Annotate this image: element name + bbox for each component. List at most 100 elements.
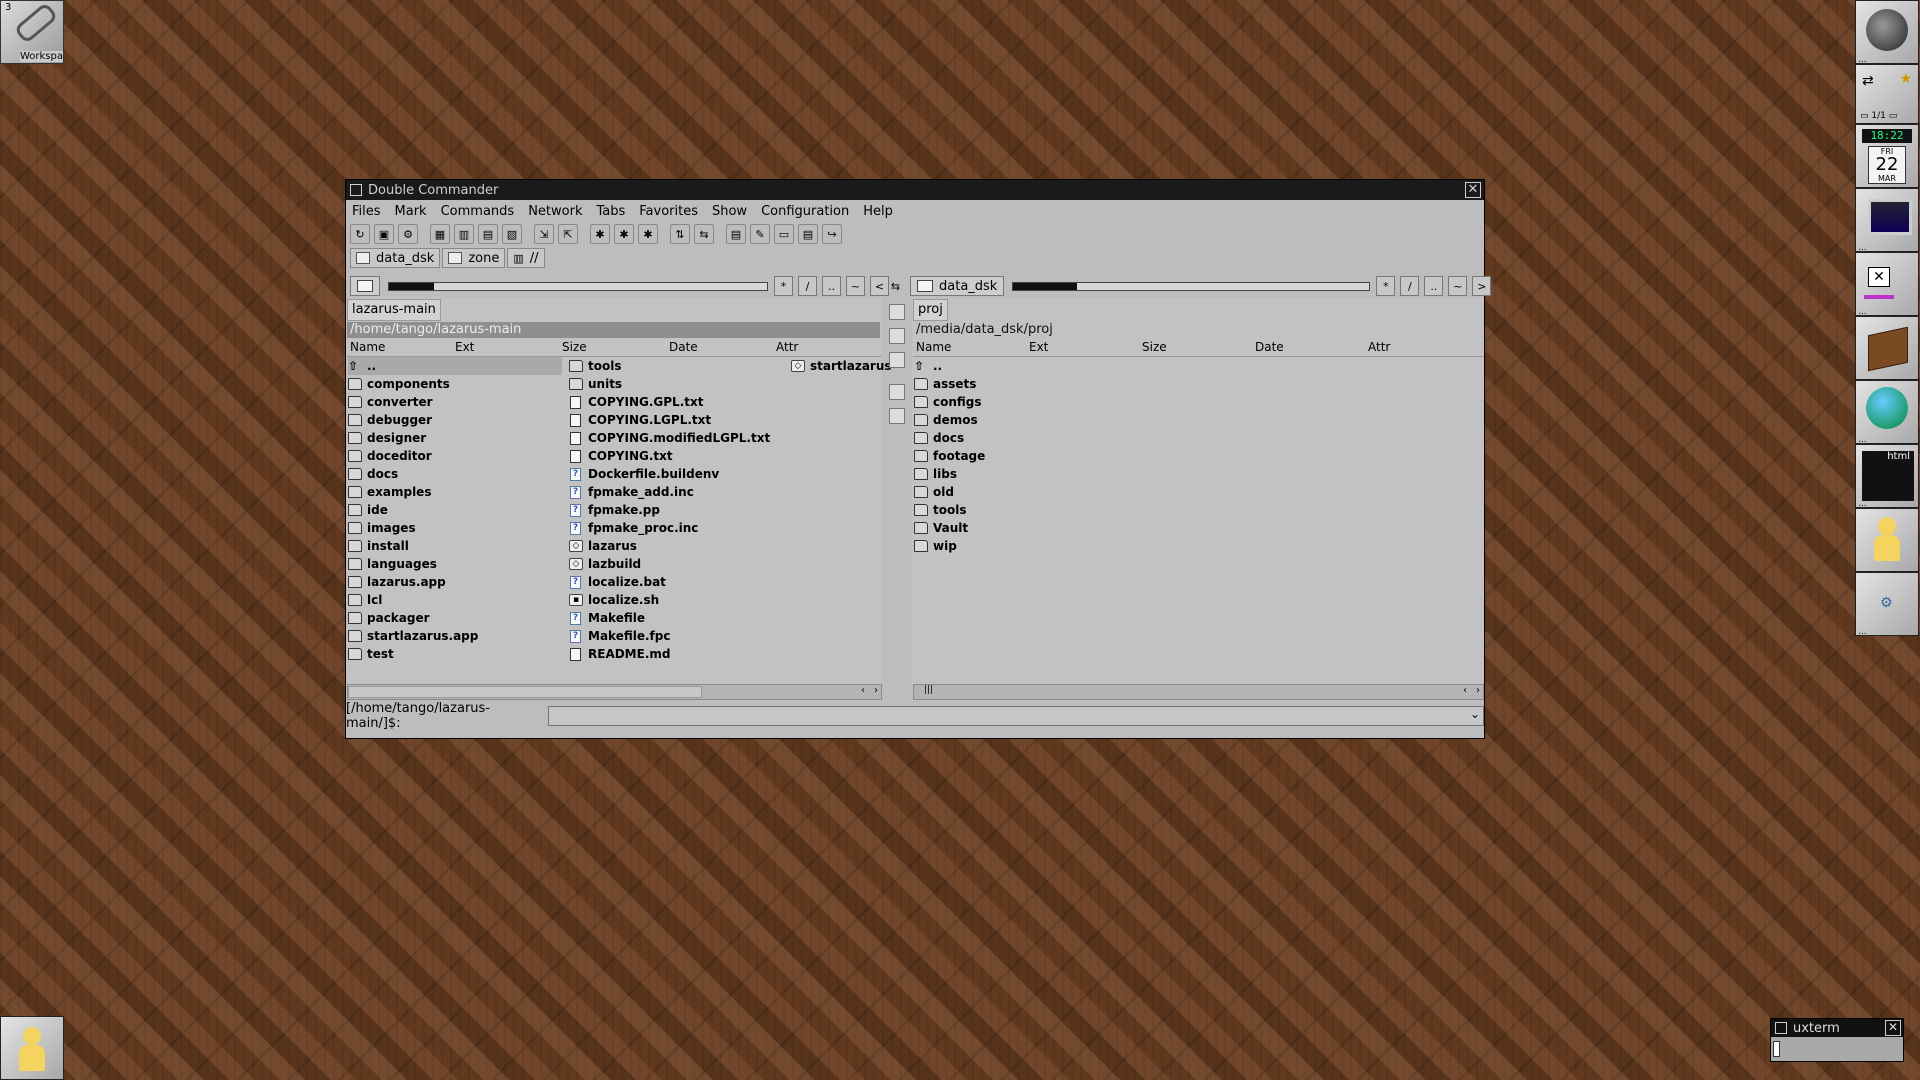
list-item[interactable]: configs	[914, 393, 982, 411]
list-item[interactable]: ▪ localize.sh	[569, 591, 659, 609]
right-swap-icon[interactable]: ⇆	[887, 277, 904, 295]
drive-tab-network[interactable]: ▥ //	[507, 248, 545, 268]
right-path[interactable]: /media/data_dsk/proj	[913, 322, 1482, 338]
list-item[interactable]: designer	[348, 429, 426, 447]
list-item[interactable]: old	[914, 483, 954, 501]
list-item[interactable]: languages	[348, 555, 437, 573]
star-icon[interactable]: ★	[1899, 71, 1912, 87]
command-input[interactable]: ⌄	[548, 706, 1484, 726]
split-icon[interactable]: ✎	[750, 224, 770, 244]
list-item[interactable]: COPYING.modifiedLGPL.txt	[569, 429, 770, 447]
delete-icon[interactable]	[889, 352, 905, 368]
refresh-icon[interactable]: ↻	[350, 224, 370, 244]
list-item[interactable]: images	[348, 519, 416, 537]
left-nav-root-mark[interactable]: *	[774, 276, 793, 296]
col-attr[interactable]: Attr	[776, 339, 798, 356]
unpack-icon[interactable]: ✱	[614, 224, 634, 244]
compare-icon[interactable]: ⇆	[694, 224, 714, 244]
list-item[interactable]: ide	[348, 501, 388, 519]
list-item[interactable]: ? fpmake.pp	[569, 501, 660, 519]
list-item[interactable]: docs	[348, 465, 398, 483]
col-date[interactable]: Date	[1255, 339, 1284, 356]
col-name[interactable]: Name	[916, 339, 951, 356]
left-nav-home[interactable]: ~	[846, 276, 865, 296]
copy-icon[interactable]: ⇲	[534, 224, 554, 244]
list-item[interactable]: lazarus.app	[348, 573, 446, 591]
list-item[interactable]: units	[569, 375, 622, 393]
left-tab-lazarus-main[interactable]: lazarus-main	[347, 299, 441, 321]
col-ext[interactable]: Ext	[455, 339, 474, 356]
right-nav-up[interactable]: ..	[1424, 276, 1444, 296]
list-item[interactable]: ? fpmake_proc.inc	[569, 519, 698, 537]
right-hscrollbar[interactable]: ||| ‹ ›	[913, 684, 1484, 700]
dock-monitor[interactable]: ...	[1855, 188, 1919, 253]
list-item[interactable]: doceditor	[348, 447, 432, 465]
scroll-right-arrow[interactable]: ›	[1476, 685, 1480, 696]
terminal-icon[interactable]: ▣	[374, 224, 394, 244]
package-icon[interactable]	[889, 384, 905, 400]
sync-dirs-icon[interactable]: ⇅	[670, 224, 690, 244]
move-icon[interactable]: ⇱	[558, 224, 578, 244]
menu-mark[interactable]: Mark	[395, 204, 427, 219]
left-path[interactable]: /home/tango/lazarus-main	[347, 322, 880, 338]
drive-tab-zone[interactable]: zone	[442, 248, 506, 268]
list-item[interactable]: ◇ lazarus	[569, 537, 637, 555]
pager[interactable]: ▭ 1/1 ▭	[1860, 111, 1897, 121]
list-item[interactable]: assets	[914, 375, 976, 393]
list-item[interactable]: demos	[914, 411, 978, 429]
clip-tile[interactable]	[0, 1016, 64, 1080]
right-nav-home[interactable]: ~	[1448, 276, 1468, 296]
dock-clock[interactable]: 18:22 FRI 22 MAR	[1855, 124, 1919, 188]
dock-book[interactable]	[1855, 316, 1919, 380]
list-item[interactable]: COPYING.txt	[569, 447, 673, 465]
edit-icon[interactable]: ▤	[798, 224, 818, 244]
list-item[interactable]: install	[348, 537, 409, 555]
left-drive-button[interactable]	[350, 276, 380, 296]
list-item[interactable]: libs	[914, 465, 957, 483]
list-item[interactable]: ? Dockerfile.buildenv	[569, 465, 719, 483]
col-size[interactable]: Size	[1142, 339, 1167, 356]
combine-icon[interactable]: ▭	[774, 224, 794, 244]
scroll-grip[interactable]: |||	[924, 685, 933, 695]
list-item[interactable]: test	[348, 645, 394, 663]
list-item[interactable]: ? Makefile	[569, 609, 645, 627]
list-item[interactable]: README.md	[569, 645, 670, 663]
menu-show[interactable]: Show	[712, 204, 747, 219]
scroll-left-arrow[interactable]: ‹	[861, 685, 865, 696]
uxterm-window[interactable]: uxterm ✕	[1770, 1018, 1904, 1062]
list-item[interactable]: docs	[914, 429, 964, 447]
right-tab-proj[interactable]: proj	[913, 299, 948, 321]
network-icon[interactable]: ⇄	[1862, 73, 1874, 89]
flat-view-icon[interactable]: ▧	[502, 224, 522, 244]
chevron-down-icon[interactable]: ⌄	[1470, 707, 1480, 721]
list-item[interactable]: components	[348, 375, 450, 393]
title-bar[interactable]: Double Commander ✕	[346, 180, 1484, 200]
multi-rename-icon[interactable]: ▤	[726, 224, 746, 244]
list-item[interactable]: Vault	[914, 519, 968, 537]
columns-view-icon[interactable]: ▥	[454, 224, 474, 244]
col-size[interactable]: Size	[562, 339, 587, 356]
dock-app-icon[interactable]: ...	[1855, 0, 1919, 65]
menu-files[interactable]: Files	[352, 204, 381, 219]
menu-commands[interactable]: Commands	[441, 204, 515, 219]
close-button[interactable]: ✕	[1885, 1020, 1901, 1036]
options-icon[interactable]: ⚙	[398, 224, 418, 244]
dock-xkill[interactable]: ✕ ...	[1855, 252, 1919, 317]
col-date[interactable]: Date	[669, 339, 698, 356]
col-attr[interactable]: Attr	[1368, 339, 1390, 356]
menu-help[interactable]: Help	[863, 204, 893, 219]
new-folder-icon[interactable]	[889, 408, 905, 424]
scroll-left-arrow[interactable]: ‹	[1463, 685, 1467, 696]
list-item[interactable]: lcl	[348, 591, 382, 609]
list-item[interactable]: debugger	[348, 411, 432, 429]
edit-icon[interactable]	[889, 304, 905, 320]
menu-tabs[interactable]: Tabs	[596, 204, 625, 219]
menu-configuration[interactable]: Configuration	[761, 204, 849, 219]
list-item[interactable]: converter	[348, 393, 433, 411]
dock-html-editor[interactable]: html ...	[1855, 444, 1919, 509]
window-menu-icon[interactable]	[1775, 1022, 1787, 1034]
pack-icon[interactable]: ✱	[590, 224, 610, 244]
left-nav-up[interactable]: ..	[822, 276, 841, 296]
list-item[interactable]: ? fpmake_add.inc	[569, 483, 694, 501]
left-hscrollbar[interactable]: ‹ ›	[347, 684, 882, 700]
